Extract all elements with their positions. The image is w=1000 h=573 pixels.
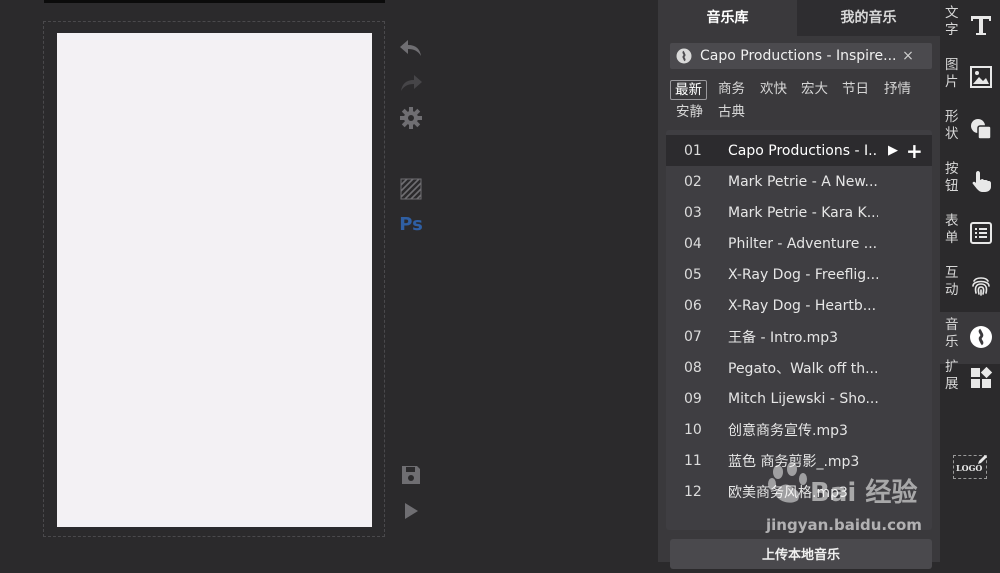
sidebar-item-label: 表单 <box>945 213 959 246</box>
track-name: Capo Productions - I... <box>728 142 878 159</box>
track-number: 07 <box>684 328 702 345</box>
track-row[interactable]: 02 Mark Petrie - A New... <box>666 166 932 197</box>
fingerprint-icon <box>968 272 994 298</box>
track-name: 王备 - Intro.mp3 <box>728 329 839 346</box>
ps-icon: Ps <box>399 213 423 235</box>
category-festival[interactable]: 节日 <box>840 79 871 99</box>
play-icon <box>405 503 418 519</box>
track-row[interactable]: 01 Capo Productions - I... ▶ + <box>666 135 932 166</box>
track-name: Philter - Adventure ... <box>728 235 878 252</box>
track-row[interactable]: 09 Mitch Lijewski - Sho... <box>666 383 932 414</box>
undo-button[interactable] <box>398 35 424 61</box>
track-row[interactable]: 07 王备 - Intro.mp3 <box>666 321 932 352</box>
redo-button[interactable] <box>398 70 424 96</box>
track-name: Pegato、Walk off th... <box>728 360 878 377</box>
sidebar-item-label: 形状 <box>945 109 959 142</box>
track-name: Mitch Lijewski - Sho... <box>728 390 878 407</box>
track-number: 10 <box>684 421 702 438</box>
sidebar-item-label: 图片 <box>945 57 959 90</box>
sidebar-item-label: 文字 <box>945 5 959 38</box>
category-classical[interactable]: 古典 <box>716 102 747 122</box>
redo-icon <box>401 75 422 91</box>
save-button[interactable] <box>398 462 424 488</box>
track-row[interactable]: 08 Pegato、Walk off th... <box>666 352 932 383</box>
sidebar-item-text[interactable]: 文字 <box>940 0 1000 52</box>
tab-my-music[interactable]: 我的音乐 <box>797 0 940 36</box>
photoshop-import-button[interactable]: Ps <box>398 211 424 237</box>
track-number: 02 <box>684 173 702 190</box>
save-icon <box>402 466 420 484</box>
sidebar-item-label: 音乐 <box>945 317 959 350</box>
track-name: Mark Petrie - Kara K... <box>728 204 878 221</box>
watermark-brand: Bai 经验 <box>810 478 918 508</box>
upload-local-music-button[interactable]: 上传本地音乐 <box>670 539 932 569</box>
text-icon <box>968 12 994 38</box>
top-strip <box>44 0 385 3</box>
preview-button[interactable] <box>398 498 424 524</box>
track-row[interactable]: 10 创意商务宣传.mp3 <box>666 414 932 445</box>
category-grand[interactable]: 宏大 <box>799 79 830 99</box>
category-quiet[interactable]: 安静 <box>674 102 705 122</box>
tab-music-library[interactable]: 音乐库 <box>658 0 797 36</box>
extensions-icon <box>968 366 994 392</box>
category-cheerful[interactable]: 欢快 <box>758 79 789 99</box>
current-track-title: Capo Productions - Inspire.... <box>700 48 896 64</box>
track-number: 09 <box>684 390 702 407</box>
canvas-area: Ps <box>0 0 658 562</box>
pencil-icon <box>978 455 987 464</box>
pointer-hand-icon <box>968 168 994 194</box>
sidebar-item-form[interactable]: 表单 <box>940 208 1000 260</box>
track-row[interactable]: 04 Philter - Adventure ... <box>666 228 932 259</box>
sidebar-item-image[interactable]: 图片 <box>940 52 1000 104</box>
music-disc-icon <box>968 324 994 350</box>
track-name: X-Ray Dog - Heartb... <box>728 297 877 314</box>
category-lyrical[interactable]: 抒情 <box>882 79 913 99</box>
settings-button[interactable] <box>398 105 424 131</box>
sidebar-item-button[interactable]: 按钮 <box>940 156 1000 208</box>
track-name: 创意商务宣传.mp3 <box>728 422 848 439</box>
paw-icon <box>768 462 807 503</box>
gear-icon <box>400 107 422 129</box>
track-row[interactable]: 05 X-Ray Dog - Freeflig... <box>666 259 932 290</box>
undo-icon <box>400 40 421 56</box>
track-number: 01 <box>684 142 702 159</box>
music-disc-icon <box>676 48 692 64</box>
track-number: 11 <box>684 452 702 469</box>
track-name: X-Ray Dog - Freeflig... <box>728 266 878 283</box>
pattern-button[interactable] <box>398 176 424 202</box>
music-tabs: 音乐库 我的音乐 <box>658 0 940 36</box>
play-icon[interactable]: ▶ <box>888 143 906 158</box>
form-list-icon <box>968 220 994 246</box>
track-row[interactable]: 03 Mark Petrie - Kara K... <box>666 197 932 228</box>
category-latest[interactable]: 最新 <box>670 80 707 100</box>
watermark: Bai 经验 jingyan.baidu.com <box>760 462 960 542</box>
add-icon[interactable]: + <box>906 141 924 161</box>
track-number: 04 <box>684 235 702 252</box>
hatch-pattern-icon <box>400 178 422 200</box>
sidebar-item-label: 按钮 <box>945 161 959 194</box>
track-number: 06 <box>684 297 702 314</box>
track-number: 08 <box>684 359 702 376</box>
sidebar-item-label: 扩展 <box>945 359 959 392</box>
sidebar-item-label: 互动 <box>945 265 959 298</box>
track-row[interactable]: 06 X-Ray Dog - Heartb... <box>666 290 932 321</box>
track-number: 05 <box>684 266 702 283</box>
track-number: 12 <box>684 483 702 500</box>
watermark-url: jingyan.baidu.com <box>766 516 922 534</box>
page-canvas[interactable] <box>57 33 372 527</box>
track-number: 03 <box>684 204 702 221</box>
image-icon <box>968 64 994 90</box>
sidebar-item-interaction[interactable]: 互动 <box>940 260 1000 312</box>
sidebar-item-shapes[interactable]: 形状 <box>940 104 1000 156</box>
current-track-bar: Capo Productions - Inspire.... × <box>670 43 932 69</box>
sidebar-item-extensions[interactable]: 扩展 <box>940 354 1000 406</box>
shapes-icon <box>968 116 994 142</box>
close-icon[interactable]: × <box>900 48 916 64</box>
category-business[interactable]: 商务 <box>716 79 747 99</box>
track-name: Mark Petrie - A New... <box>728 173 878 190</box>
